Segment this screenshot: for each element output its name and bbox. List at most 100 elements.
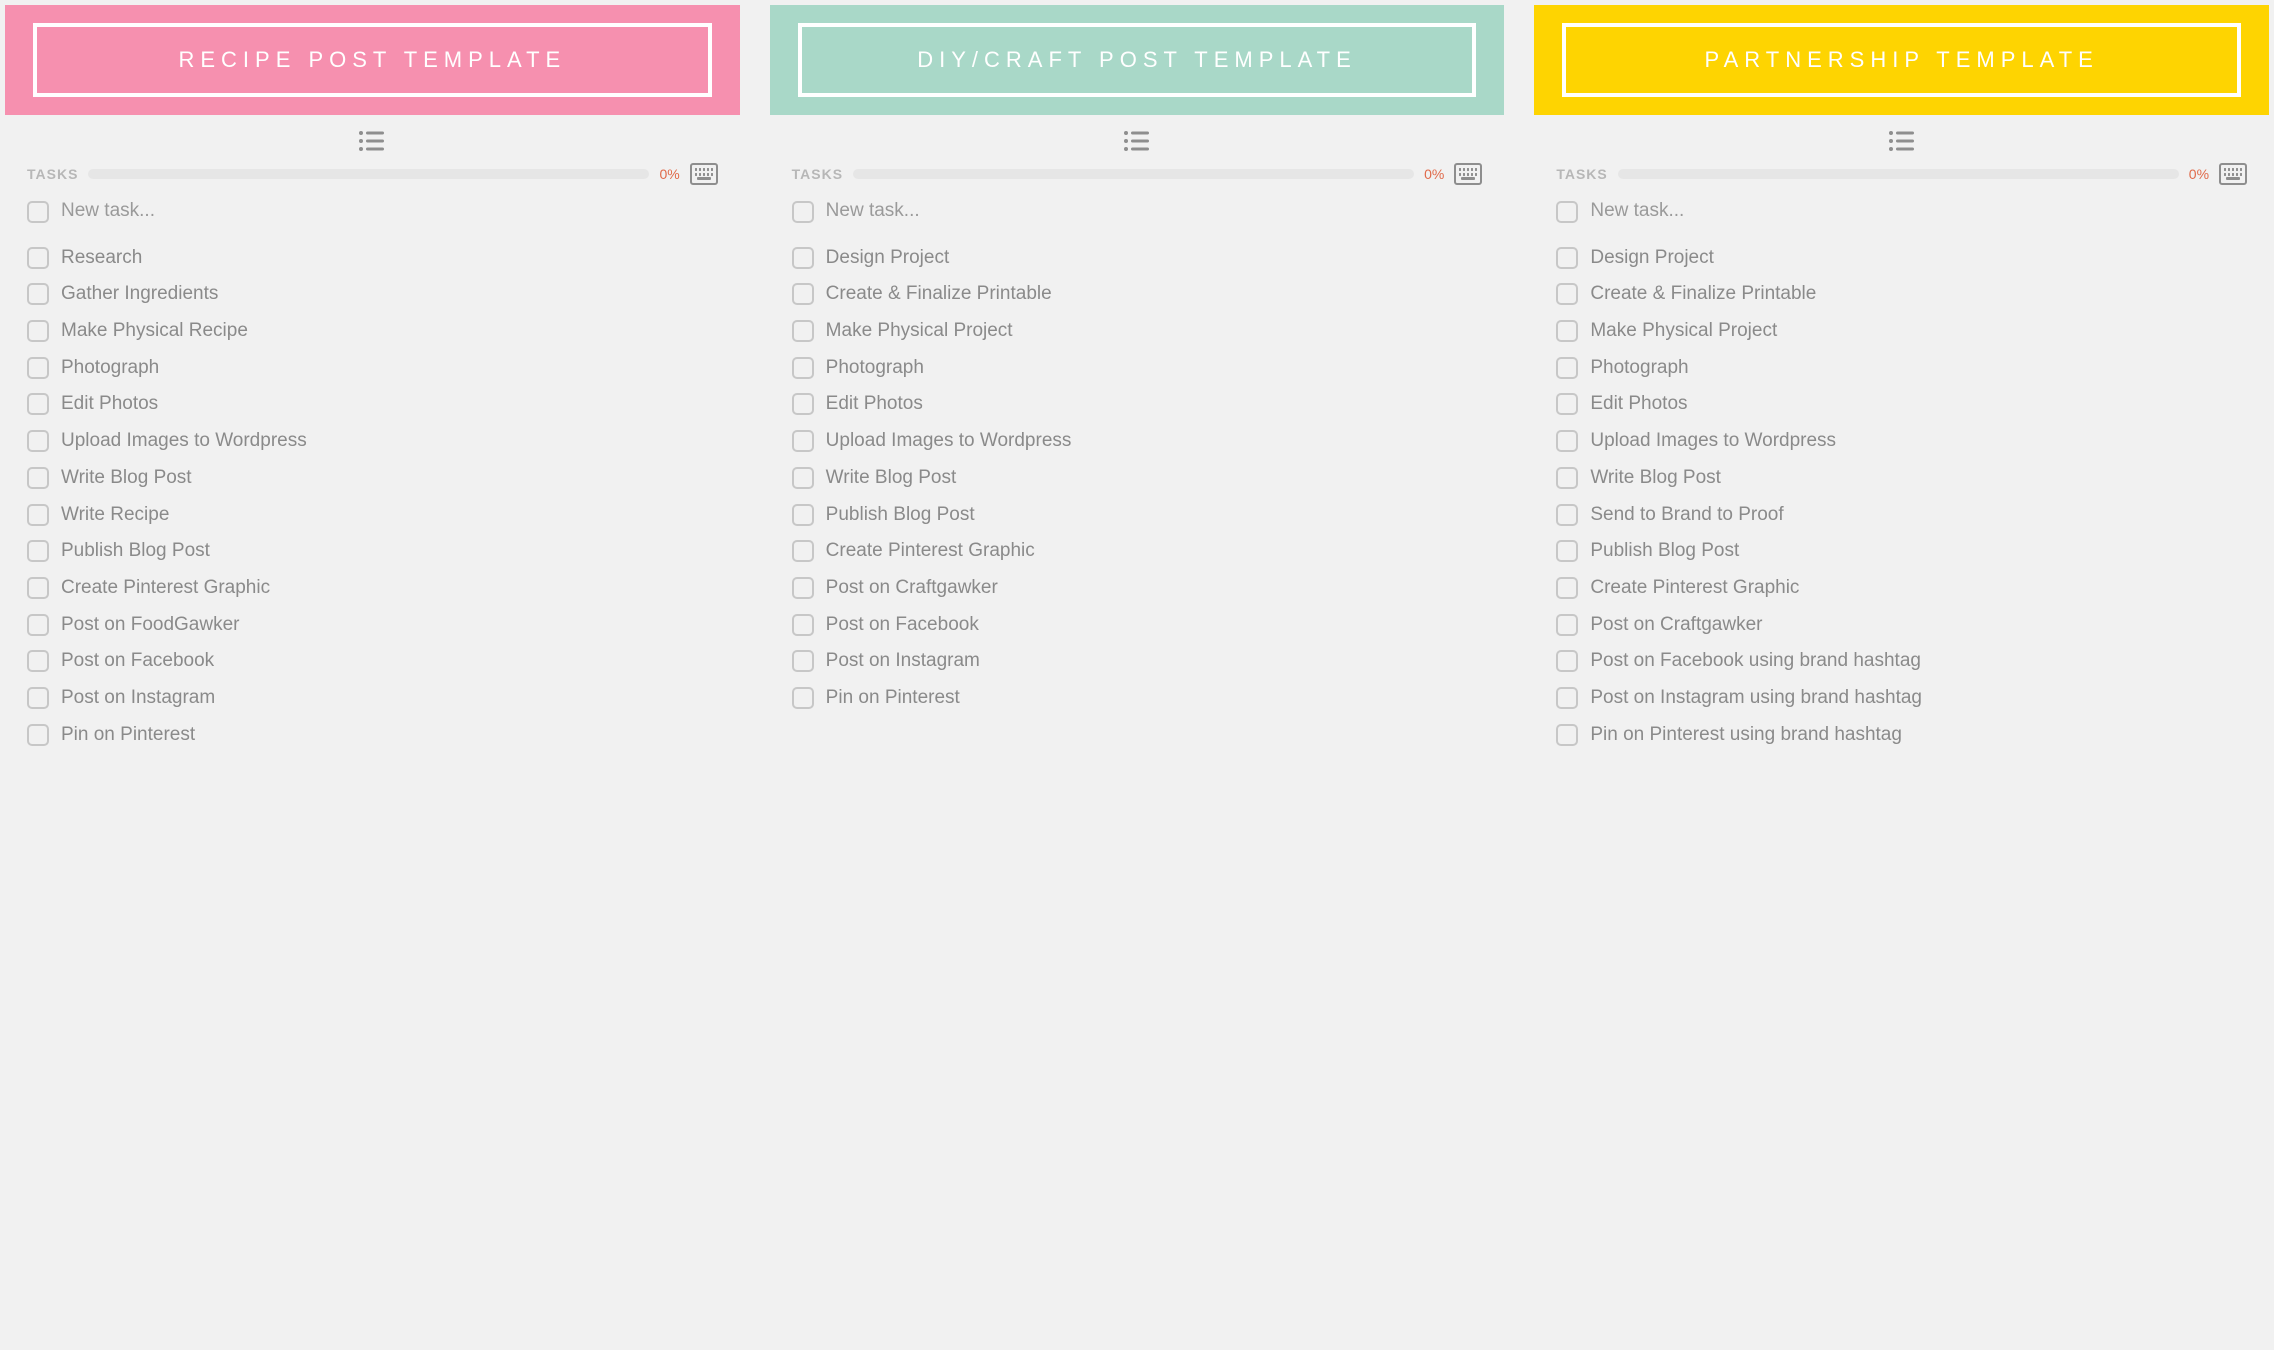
task-text[interactable]: Post on Craftgawker [826, 576, 998, 601]
task-checkbox[interactable] [1556, 724, 1578, 746]
task-item[interactable]: Post on Facebook [27, 649, 718, 674]
task-item[interactable]: Gather Ingredients [27, 282, 718, 307]
task-checkbox[interactable] [792, 247, 814, 269]
task-text[interactable]: Post on Facebook [826, 613, 979, 638]
task-checkbox[interactable] [792, 687, 814, 709]
task-checkbox[interactable] [1556, 320, 1578, 342]
task-text[interactable]: Post on Craftgawker [1590, 613, 1762, 638]
task-item[interactable]: Send to Brand to Proof [1556, 503, 2247, 528]
task-checkbox[interactable] [792, 650, 814, 672]
task-checkbox[interactable] [1556, 540, 1578, 562]
task-checkbox[interactable] [792, 430, 814, 452]
task-text[interactable]: Create & Finalize Printable [1590, 282, 1816, 307]
keyboard-icon[interactable] [2219, 163, 2247, 185]
task-text[interactable]: Gather Ingredients [61, 282, 218, 307]
task-text[interactable]: Photograph [826, 356, 924, 381]
task-text[interactable]: Edit Photos [61, 392, 158, 417]
task-checkbox[interactable] [1556, 393, 1578, 415]
task-item[interactable]: Publish Blog Post [1556, 539, 2247, 564]
task-text[interactable]: Design Project [826, 246, 950, 271]
task-item[interactable]: Post on Facebook using brand hashtag [1556, 649, 2247, 674]
task-item[interactable]: Create Pinterest Graphic [792, 539, 1483, 564]
task-text[interactable]: Publish Blog Post [826, 503, 975, 528]
task-item[interactable]: Post on FoodGawker [27, 613, 718, 638]
list-icon[interactable] [1123, 129, 1151, 153]
task-item[interactable]: Upload Images to Wordpress [792, 429, 1483, 454]
task-item[interactable]: Pin on Pinterest using brand hashtag [1556, 723, 2247, 748]
task-text[interactable]: Edit Photos [1590, 392, 1687, 417]
task-item[interactable]: Edit Photos [27, 392, 718, 417]
task-checkbox[interactable] [27, 724, 49, 746]
task-checkbox[interactable] [792, 320, 814, 342]
keyboard-icon[interactable] [690, 163, 718, 185]
task-item[interactable]: Photograph [27, 356, 718, 381]
task-text[interactable]: Upload Images to Wordpress [61, 429, 307, 454]
task-item[interactable]: Publish Blog Post [792, 503, 1483, 528]
task-text[interactable]: Design Project [1590, 246, 1714, 271]
task-text[interactable]: Post on FoodGawker [61, 613, 239, 638]
task-text[interactable]: Write Blog Post [1590, 466, 1721, 491]
task-item[interactable]: Upload Images to Wordpress [1556, 429, 2247, 454]
task-checkbox[interactable] [792, 540, 814, 562]
task-checkbox[interactable] [792, 614, 814, 636]
task-item[interactable]: Design Project [792, 246, 1483, 271]
task-checkbox[interactable] [792, 357, 814, 379]
task-checkbox[interactable] [27, 467, 49, 489]
task-checkbox[interactable] [27, 320, 49, 342]
new-task-row[interactable]: New task... [1556, 199, 2247, 224]
task-item[interactable]: Write Blog Post [1556, 466, 2247, 491]
task-item[interactable]: Create Pinterest Graphic [1556, 576, 2247, 601]
task-checkbox[interactable] [27, 577, 49, 599]
task-text[interactable]: Research [61, 246, 142, 271]
task-text[interactable]: Edit Photos [826, 392, 923, 417]
task-item[interactable]: Photograph [1556, 356, 2247, 381]
new-task-placeholder[interactable]: New task... [826, 199, 920, 224]
task-item[interactable]: Post on Facebook [792, 613, 1483, 638]
task-checkbox[interactable] [27, 430, 49, 452]
task-text[interactable]: Create & Finalize Printable [826, 282, 1052, 307]
task-item[interactable]: Make Physical Project [1556, 319, 2247, 344]
task-checkbox[interactable] [27, 614, 49, 636]
task-item[interactable]: Create Pinterest Graphic [27, 576, 718, 601]
task-text[interactable]: Photograph [1590, 356, 1688, 381]
task-item[interactable]: Make Physical Project [792, 319, 1483, 344]
keyboard-icon[interactable] [1454, 163, 1482, 185]
task-checkbox[interactable] [792, 201, 814, 223]
task-text[interactable]: Pin on Pinterest [61, 723, 195, 748]
task-item[interactable]: Post on Craftgawker [792, 576, 1483, 601]
task-checkbox[interactable] [1556, 614, 1578, 636]
task-checkbox[interactable] [792, 504, 814, 526]
task-checkbox[interactable] [792, 283, 814, 305]
task-item[interactable]: Make Physical Recipe [27, 319, 718, 344]
task-item[interactable]: Post on Instagram [27, 686, 718, 711]
task-checkbox[interactable] [792, 577, 814, 599]
new-task-placeholder[interactable]: New task... [61, 199, 155, 224]
task-checkbox[interactable] [792, 467, 814, 489]
task-text[interactable]: Post on Facebook [61, 649, 214, 674]
task-item[interactable]: Edit Photos [1556, 392, 2247, 417]
task-checkbox[interactable] [1556, 283, 1578, 305]
task-checkbox[interactable] [1556, 650, 1578, 672]
task-checkbox[interactable] [27, 650, 49, 672]
list-icon[interactable] [358, 129, 386, 153]
task-checkbox[interactable] [1556, 687, 1578, 709]
task-text[interactable]: Pin on Pinterest [826, 686, 960, 711]
task-checkbox[interactable] [27, 687, 49, 709]
task-checkbox[interactable] [27, 357, 49, 379]
task-item[interactable]: Pin on Pinterest [792, 686, 1483, 711]
task-checkbox[interactable] [1556, 357, 1578, 379]
task-text[interactable]: Post on Instagram [826, 649, 980, 674]
task-text[interactable]: Write Blog Post [826, 466, 957, 491]
task-item[interactable]: Post on Instagram using brand hashtag [1556, 686, 2247, 711]
new-task-row[interactable]: New task... [27, 199, 718, 224]
task-text[interactable]: Upload Images to Wordpress [1590, 429, 1836, 454]
task-checkbox[interactable] [27, 504, 49, 526]
task-item[interactable]: Research [27, 246, 718, 271]
task-text[interactable]: Make Physical Project [1590, 319, 1777, 344]
list-icon[interactable] [1888, 129, 1916, 153]
task-item[interactable]: Create & Finalize Printable [1556, 282, 2247, 307]
task-text[interactable]: Create Pinterest Graphic [1590, 576, 1799, 601]
task-checkbox[interactable] [1556, 467, 1578, 489]
task-text[interactable]: Photograph [61, 356, 159, 381]
task-text[interactable]: Write Blog Post [61, 466, 192, 491]
